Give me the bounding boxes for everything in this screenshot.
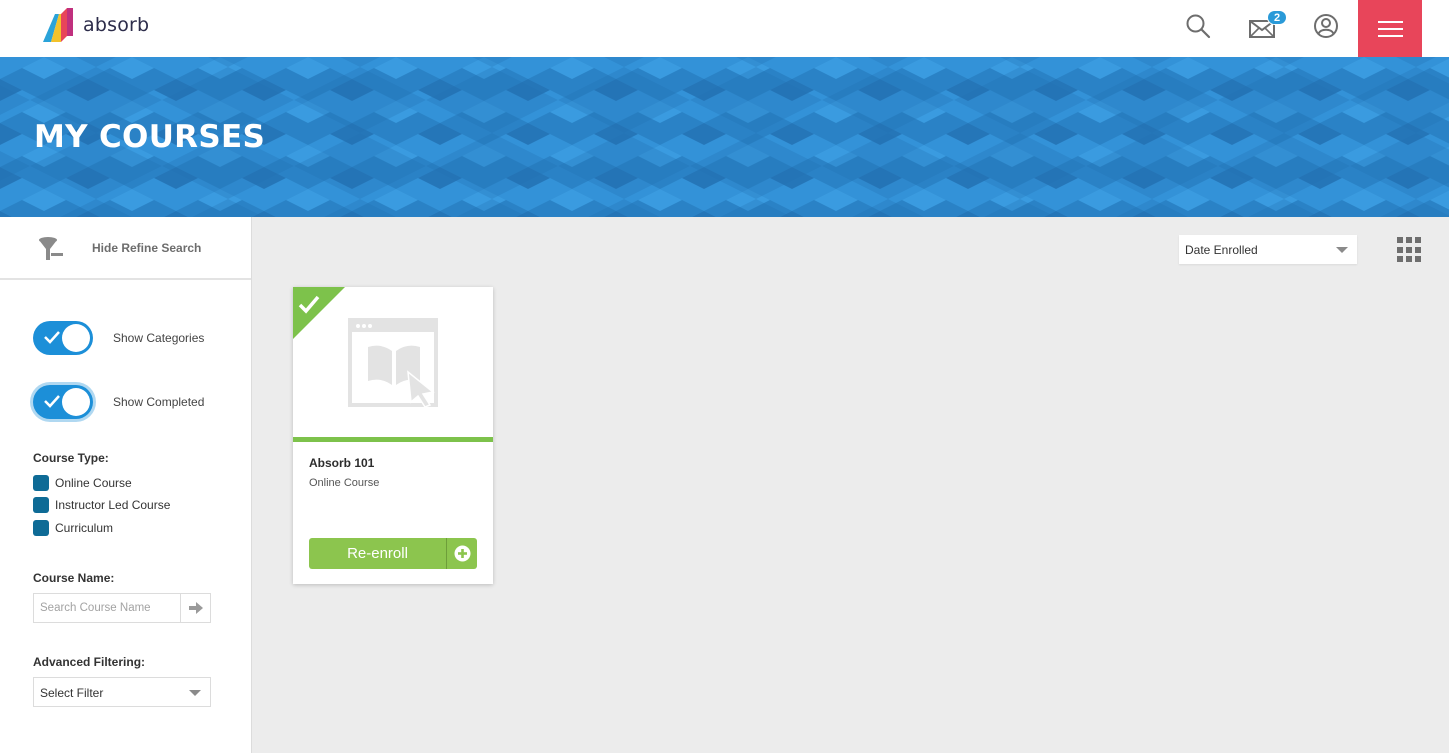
course-name-search [33,593,211,623]
course-name-search-button[interactable] [180,594,210,622]
advanced-filtering-heading: Advanced Filtering: [33,655,146,669]
advanced-filter-select[interactable]: Select Filter [33,677,211,707]
show-completed-label: Show Completed [113,395,205,409]
course-type-curriculum[interactable]: Curriculum [33,520,113,536]
course-name-input[interactable] [34,594,180,622]
re-enroll-button[interactable]: Re-enroll [309,538,477,569]
unread-messages-badge: 2 [1267,10,1287,25]
page-title: MY COURSES [34,119,266,155]
checkbox[interactable] [33,520,49,536]
show-completed-toggle[interactable] [33,385,93,419]
course-type-heading: Course Type: [33,451,109,465]
chevron-down-icon [1336,247,1348,253]
course-thumbnail-image [293,287,438,408]
checkmark-icon [44,331,60,344]
course-title[interactable]: Absorb 101 [309,456,374,470]
online-course-icon [348,318,438,408]
page-banner: MY COURSES [0,57,1449,217]
filter-funnel-icon [39,237,63,260]
top-navigation-bar: absorb 2 [0,0,1449,57]
course-name-heading: Course Name: [33,571,115,585]
completed-corner-ribbon [293,287,345,339]
course-type-instructor-led-course[interactable]: Instructor Led Course [33,497,170,513]
main-menu-button[interactable] [1358,0,1422,57]
sort-by-value: Date Enrolled [1185,243,1258,257]
logo-text: absorb [83,14,150,36]
checkmark-icon [44,395,60,408]
course-card: Absorb 101 Online Course Re-enroll [293,287,493,584]
hamburger-menu-icon-line [1377,34,1403,37]
search-button[interactable] [1182,10,1214,42]
user-account-button[interactable] [1310,10,1342,42]
show-categories-toggle[interactable] [33,321,93,355]
plus-circle-icon [454,545,470,562]
messages-button[interactable]: 2 [1246,10,1287,42]
checkbox-label: Curriculum [55,521,114,535]
absorb-logo[interactable]: absorb [43,7,153,43]
grid-view-button[interactable] [1397,237,1423,263]
checkbox-label: Online Course [55,476,132,490]
hide-refine-search-toggle[interactable]: Hide Refine Search [0,217,251,280]
course-type-online-course[interactable]: Online Course [33,475,132,491]
course-type: Online Course [309,477,380,489]
arrow-right-icon [188,602,203,614]
toggle-knob [62,324,90,352]
hamburger-menu-icon-line [1377,27,1403,30]
course-thumbnail[interactable] [293,287,493,437]
re-enroll-label: Re-enroll [347,545,408,562]
sort-by-select[interactable]: Date Enrolled [1179,235,1357,264]
refine-search-sidebar: Hide Refine Search Show Categories Show … [0,217,252,753]
checkbox[interactable] [33,497,49,513]
hamburger-menu-icon [1377,20,1403,23]
hide-refine-search-label: Hide Refine Search [92,241,202,255]
chevron-down-icon [189,690,201,696]
course-progress-bar [293,437,493,442]
absorb-logo-icon [43,8,73,42]
advanced-filter-value: Select Filter [40,686,104,700]
grid-view-icon [1397,237,1403,243]
checkbox-label: Instructor Led Course [55,498,171,512]
user-account-icon [1314,14,1338,38]
show-categories-label: Show Categories [113,331,205,345]
re-enroll-options-button[interactable] [446,538,477,569]
toggle-knob [62,388,90,416]
checkbox[interactable] [33,475,49,491]
search-icon [1186,14,1211,39]
